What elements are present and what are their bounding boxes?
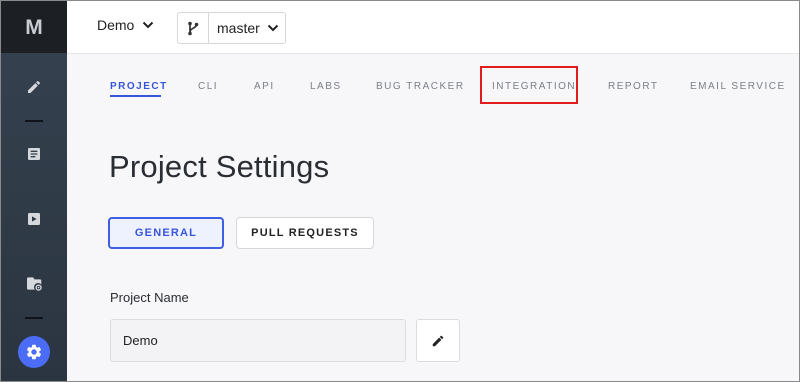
chevron-down-icon xyxy=(143,21,154,29)
document-icon[interactable] xyxy=(1,140,67,168)
project-dropdown[interactable]: Demo xyxy=(97,17,154,33)
tab-labs[interactable]: LABS xyxy=(310,81,342,92)
sidebar: M xyxy=(1,1,67,381)
general-button[interactable]: GENERAL xyxy=(108,217,224,249)
page-title: Project Settings xyxy=(109,149,330,184)
top-bar: Demo master xyxy=(67,1,799,54)
branch-name: master xyxy=(217,20,260,36)
pull-requests-button[interactable]: PULL REQUESTS xyxy=(236,217,374,249)
project-name: Demo xyxy=(97,17,135,33)
tab-report[interactable]: REPORT xyxy=(608,81,659,92)
active-tab-indicator xyxy=(110,95,161,97)
tab-cli[interactable]: CLI xyxy=(198,81,218,92)
sidebar-divider xyxy=(25,317,43,319)
settings-button[interactable] xyxy=(18,336,50,368)
tab-project[interactable]: PROJECT xyxy=(110,81,168,92)
chevron-down-icon xyxy=(267,24,279,32)
sidebar-divider xyxy=(25,120,43,122)
edit-name-button[interactable] xyxy=(416,319,460,362)
tab-api[interactable]: API xyxy=(254,81,275,92)
branch-icon xyxy=(178,13,209,43)
branch-dropdown[interactable]: master xyxy=(177,12,286,44)
gear-icon xyxy=(26,344,42,360)
svg-text:M: M xyxy=(25,17,43,37)
logo-icon: M xyxy=(25,17,43,37)
logo[interactable]: M xyxy=(1,1,67,53)
pencil-icon xyxy=(432,335,444,346)
play-icon[interactable] xyxy=(1,205,67,233)
tab-email-service[interactable]: EMAIL SERVICE xyxy=(690,81,786,92)
edit-icon[interactable] xyxy=(1,73,67,101)
integration-highlight xyxy=(480,66,578,104)
app-window: M Demo master PROJECT CLI API LABS BUG T… xyxy=(0,0,800,382)
tab-bug-tracker[interactable]: BUG TRACKER xyxy=(376,81,465,92)
folder-settings-icon[interactable] xyxy=(1,269,67,297)
project-name-label: Project Name xyxy=(110,290,189,305)
project-name-field[interactable]: Demo xyxy=(110,319,406,362)
